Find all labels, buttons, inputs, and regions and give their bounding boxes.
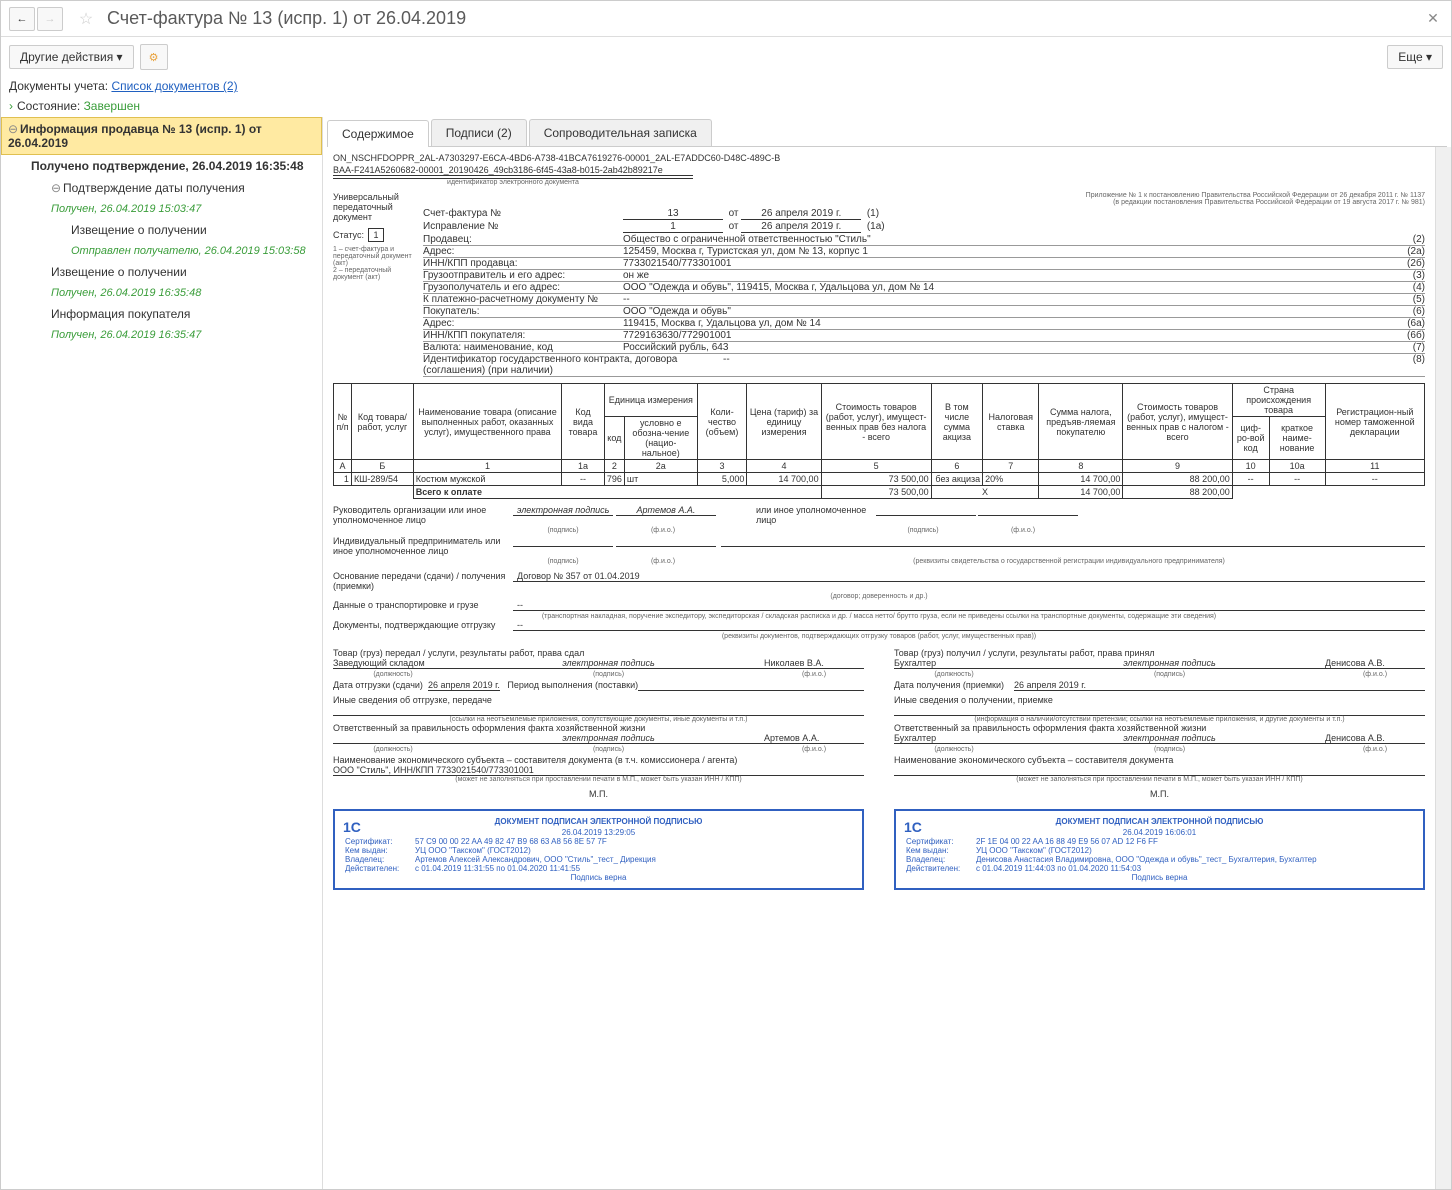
upd-left-block: Универсальный передаточный документ Стат…: [333, 192, 423, 377]
tree-status: Отправлен получателю, 26.04.2019 15:03:5…: [1, 241, 322, 261]
tab-cover-note[interactable]: Сопроводительная записка: [529, 119, 712, 146]
back-button[interactable]: ←: [9, 7, 35, 31]
receive-column: Товар (груз) получил / услуги, результат…: [894, 648, 1425, 890]
titlebar: ← → ☆ Счет-фактура № 13 (испр. 1) от 26.…: [1, 1, 1451, 37]
toolbar: Другие действия ▾ ⚙ Еще ▾: [1, 37, 1451, 77]
signature-box-2: 1С ДОКУМЕНТ ПОДПИСАН ЭЛЕКТРОННОЙ ПОДПИСЬ…: [894, 809, 1425, 890]
items-table: № п/пКод товара/ работ, услуг Наименован…: [333, 383, 1425, 499]
table-row: 1КШ-289/54 Костюм мужской-- 796шт 5,0001…: [334, 473, 1425, 486]
content-tabs: Содержимое Подписи (2) Сопроводительная …: [327, 119, 1447, 147]
other-actions-button[interactable]: Другие действия ▾: [9, 45, 134, 69]
close-button[interactable]: ✕: [1423, 9, 1443, 29]
doc-id: ON_NSCHFDOPPR_2AL-A7303297-E6CA-4BD6-A73…: [333, 153, 1425, 163]
tree-status: Получен, 26.04.2019 16:35:48: [1, 283, 322, 303]
appendix-note: Приложение № 1 к постановлению Правитель…: [423, 192, 1425, 206]
tree-node-confirmation[interactable]: Получено подтверждение, 26.04.2019 16:35…: [1, 155, 322, 177]
doc-id: BAA-F241A5260682-00001_20190426_49cb3186…: [333, 165, 693, 176]
tab-signatures[interactable]: Подписи (2): [431, 119, 527, 146]
expand-arrow-icon: ›: [9, 99, 13, 113]
table-total-row: Всего к оплате 73 500,00 Х 14 700,00 88 …: [334, 486, 1425, 499]
1c-logo-icon: 1С: [904, 819, 922, 835]
docs-line: Документы учета: Список документов (2): [1, 77, 1451, 95]
tree-node-seller-info[interactable]: ⊖Информация продавца № 13 (испр. 1) от 2…: [1, 117, 322, 155]
window-title: Счет-фактура № 13 (испр. 1) от 26.04.201…: [107, 8, 1423, 29]
vertical-scrollbar[interactable]: [1435, 147, 1451, 1189]
tree-node-buyer-info[interactable]: Информация покупателя: [1, 303, 322, 325]
tab-content[interactable]: Содержимое: [327, 120, 429, 147]
state-line[interactable]: › Состояние: Завершен: [1, 95, 1451, 117]
favorite-button[interactable]: ☆: [73, 7, 99, 31]
1c-logo-icon: 1С: [343, 819, 361, 835]
tree-status: Получен, 26.04.2019 15:03:47: [1, 199, 322, 219]
tree-node-receipt-confirm[interactable]: ⊖Подтверждение даты получения: [1, 177, 322, 199]
doc-id-sub: идентификатор электронного документа: [333, 178, 693, 186]
structure-icon-button[interactable]: ⚙: [140, 44, 168, 70]
tree-node-notification-1[interactable]: Извещение о получении: [1, 219, 322, 241]
document-body: ON_NSCHFDOPPR_2AL-A7303297-E6CA-4BD6-A73…: [323, 147, 1435, 1189]
docs-list-link[interactable]: Список документов (2): [111, 79, 237, 93]
tree-node-notification-2[interactable]: Извещение о получении: [1, 261, 322, 283]
tree-status: Получен, 26.04.2019 16:35:47: [1, 325, 322, 345]
transfer-column: Товар (груз) передал / услуги, результат…: [333, 648, 864, 890]
document-tree: ⊖Информация продавца № 13 (испр. 1) от 2…: [1, 117, 323, 1189]
signature-box-1: 1С ДОКУМЕНТ ПОДПИСАН ЭЛЕКТРОННОЙ ПОДПИСЬ…: [333, 809, 864, 890]
forward-button[interactable]: →: [37, 7, 63, 31]
more-button[interactable]: Еще ▾: [1387, 45, 1443, 69]
